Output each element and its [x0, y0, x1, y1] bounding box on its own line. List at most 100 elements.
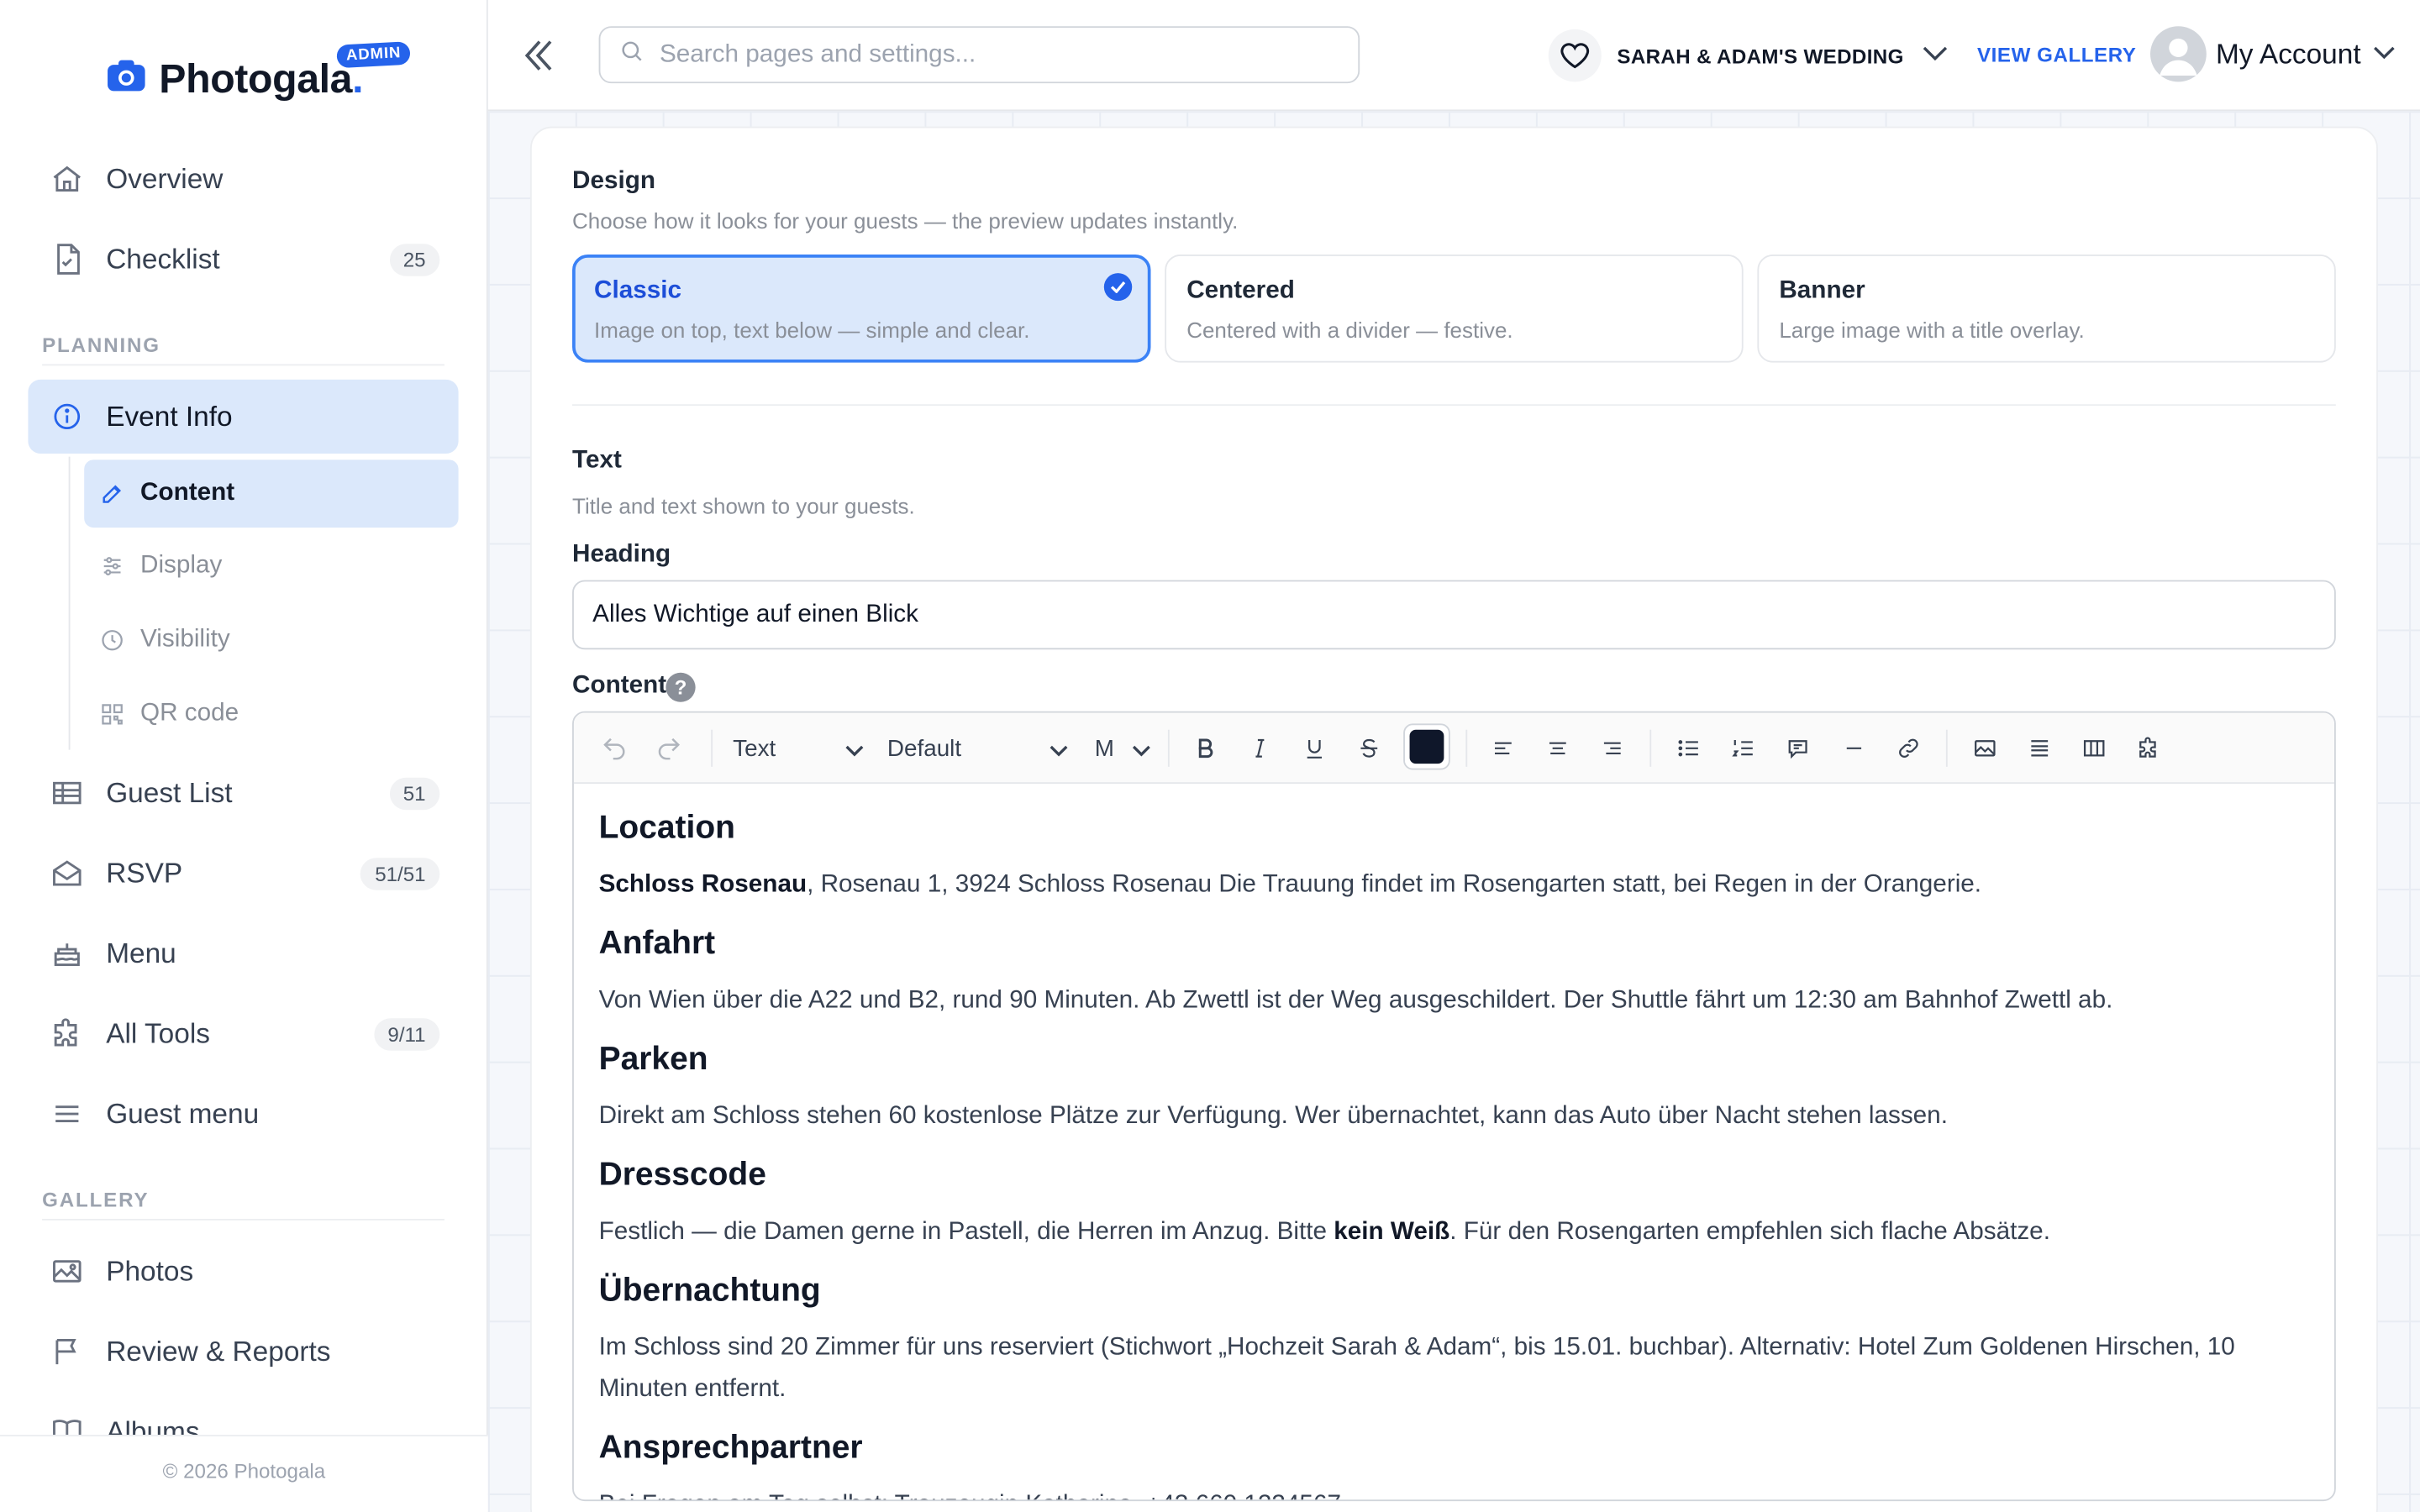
content-paragraph-parken: Direkt am Schloss stehen 60 kostenlose P… [598, 1103, 1948, 1130]
account-menu[interactable]: My Account [2150, 26, 2395, 82]
content-heading-uebernachtung: Übernachtung [598, 1273, 821, 1309]
align-center-icon[interactable] [1539, 730, 1577, 767]
align-right-icon[interactable] [1594, 730, 1632, 767]
search-box[interactable] [598, 26, 1360, 84]
sidebar-item-photos[interactable]: Photos [28, 1234, 458, 1308]
chevron-down-icon [1132, 738, 1150, 764]
puzzle-icon[interactable] [2130, 730, 2168, 767]
heading-label: Heading [572, 541, 671, 568]
event-selector[interactable]: SARAH & ADAM'S WEDDING [1548, 26, 1948, 85]
section-label-gallery: GALLERY [42, 1188, 150, 1211]
content-paragraph-location: Schloss Rosenau, Rosenau 1, 3924 Schloss… [598, 871, 1982, 898]
sidebar-item-guest-list[interactable]: Guest List 51 [28, 756, 458, 830]
count-badge: 25 [389, 243, 440, 276]
sidebar-subitem-label: QR code [140, 700, 239, 727]
design-option-title: Classic [594, 277, 682, 304]
admin-badge: ADMIN [336, 41, 412, 69]
italic-icon[interactable] [1241, 730, 1279, 767]
section-label-planning: PLANNING [42, 333, 160, 357]
columns-icon[interactable] [2075, 730, 2113, 767]
account-label: My Account [2215, 37, 2361, 69]
sidebar-item-label: RSVP [106, 857, 183, 889]
sidebar-item-event-info[interactable]: Event Info [28, 379, 459, 454]
underline-icon[interactable] [1296, 730, 1334, 767]
view-gallery-link[interactable]: VIEW GALLERY [1977, 43, 2136, 66]
avatar [2150, 26, 2207, 82]
image-icon[interactable] [1966, 730, 2004, 767]
sidebar-subitem-display[interactable]: Display [84, 533, 458, 601]
design-section-description: Choose how it looks for your guests — th… [572, 207, 1239, 234]
help-icon[interactable]: ? [666, 672, 696, 702]
heart-icon [1548, 29, 1602, 82]
search-input[interactable] [659, 40, 1315, 69]
sidebar-item-label: Guest List [106, 776, 233, 808]
chevron-down-icon [1923, 42, 1948, 70]
redo-icon[interactable] [650, 730, 688, 767]
design-option-banner[interactable]: Banner Large image with a title overlay. [1757, 255, 2336, 363]
search-icon [619, 39, 644, 71]
cake-icon [50, 937, 84, 970]
sidebar-item-all-tools[interactable]: All Tools 9/11 [28, 997, 458, 1071]
numbered-list-icon[interactable] [1724, 730, 1762, 767]
sliders-icon [100, 554, 125, 578]
bold-text: kein Weiß [1334, 1218, 1450, 1246]
home-icon [50, 162, 84, 196]
logo[interactable]: Photogala. ADMIN [106, 41, 412, 103]
font-select[interactable]: Default [887, 732, 1068, 765]
bold-icon[interactable] [1186, 730, 1224, 767]
sidebar-item-guest-menu[interactable]: Guest menu [28, 1077, 458, 1151]
horizontal-rule-icon[interactable] [1835, 730, 1873, 767]
design-option-centered[interactable]: Centered Centered with a divider — festi… [1165, 255, 1744, 363]
block-type-select[interactable]: Text [733, 732, 864, 765]
divider [42, 364, 445, 366]
strikethrough-icon[interactable] [1350, 730, 1388, 767]
editor-content[interactable]: Location Schloss Rosenau, Rosenau 1, 392… [598, 802, 2307, 1499]
text-block-icon[interactable] [2021, 730, 2059, 767]
font-size-select[interactable]: M [1095, 732, 1151, 765]
sidebar-item-label: Review & Reports [106, 1335, 331, 1367]
check-icon [1103, 273, 1133, 302]
font-size-value: M [1094, 735, 1114, 762]
text-color-button[interactable] [1403, 723, 1450, 770]
table-icon [50, 776, 84, 810]
divider [572, 404, 2336, 407]
sidebar-subitem-visibility[interactable]: Visibility [84, 606, 458, 675]
sidebar-subitem-content[interactable]: Content [84, 459, 459, 528]
count-badge: 51/51 [360, 857, 440, 890]
sidebar-item-menu[interactable]: Menu [28, 916, 458, 990]
sidebar: Photogala. ADMIN Overview Checklist 25 P… [0, 0, 488, 1512]
font-value: Default [886, 735, 962, 762]
align-left-icon[interactable] [1485, 730, 1523, 767]
rich-text-editor[interactable]: Text Default M Location Schloss Rosenau,… [572, 711, 2336, 1502]
sidebar-item-label: Event Info [106, 400, 233, 432]
design-option-title: Banner [1779, 277, 1865, 304]
content-heading-location: Location [598, 810, 735, 846]
heading-input[interactable] [572, 580, 2336, 650]
content-paragraph-anfahrt: Von Wien über die A22 und B2, rund 90 Mi… [598, 987, 2113, 1014]
design-section-title: Design [572, 168, 656, 195]
undo-icon[interactable] [596, 730, 634, 767]
sidebar-item-rsvp[interactable]: RSVP 51/51 [28, 836, 458, 910]
content-heading-parken: Parken [598, 1041, 708, 1078]
document-check-icon [50, 242, 84, 276]
sidebar-item-review-reports[interactable]: Review & Reports [28, 1315, 458, 1389]
edit-icon [100, 481, 125, 506]
design-option-desc: Large image with a title overlay. [1779, 318, 2085, 343]
text-section-title: Text [572, 447, 622, 474]
puzzle-icon [50, 1016, 84, 1050]
editor-toolbar: Text Default M [573, 712, 2334, 785]
link-icon[interactable] [1890, 730, 1928, 767]
sidebar-item-overview[interactable]: Overview [28, 142, 458, 216]
comment-icon[interactable] [1779, 730, 1817, 767]
collapse-sidebar-button[interactable] [519, 34, 557, 76]
content-heading-anfahrt: Anfahrt [598, 926, 716, 962]
chevron-down-icon [1050, 738, 1068, 764]
design-option-classic[interactable]: Classic Image on top, text below — simpl… [572, 255, 1151, 363]
bullet-list-icon[interactable] [1670, 730, 1707, 767]
sidebar-item-checklist[interactable]: Checklist 25 [28, 222, 458, 296]
sidebar-subitem-qr-code[interactable]: QR code [84, 680, 458, 748]
toolbar-separator [1649, 729, 1652, 767]
sidebar-item-label: Menu [106, 937, 176, 969]
toolbar-separator [1167, 729, 1170, 767]
sidebar-item-label: Photos [106, 1255, 194, 1286]
